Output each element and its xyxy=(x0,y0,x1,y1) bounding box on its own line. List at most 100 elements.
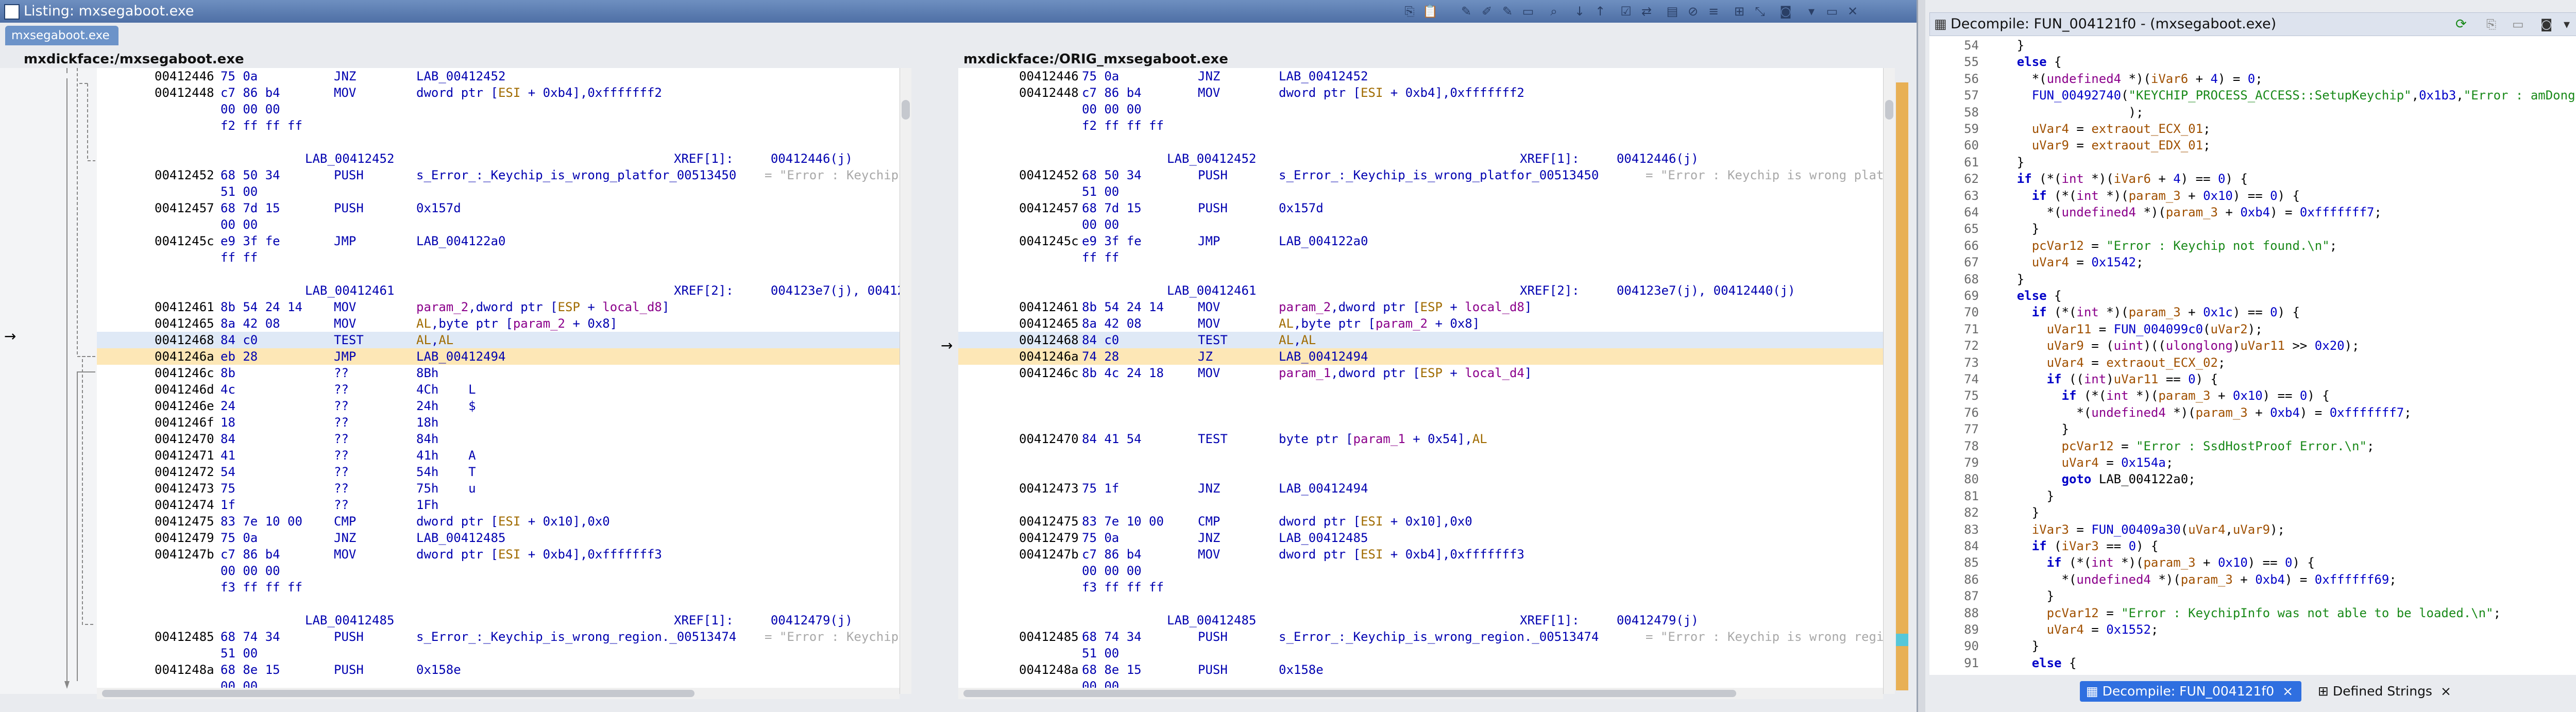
close-icon[interactable]: ✕ xyxy=(1844,3,1861,20)
file-icon[interactable]: ▤ xyxy=(1664,3,1681,20)
copy-icon[interactable]: ⎘ xyxy=(2486,13,2496,36)
code-line[interactable]: if ((int)uVar11 == 0) { xyxy=(1987,372,2218,386)
code-line[interactable]: pcVar12 = "Error : SsdHostProof Error.\n… xyxy=(1987,439,2375,453)
instruction-row[interactable]: 0041245c e9 3f fe JMP LAB_004122a0 xyxy=(958,233,1883,249)
code-line[interactable]: } xyxy=(1987,422,2069,436)
left-vertical-scrollbar[interactable] xyxy=(900,68,911,694)
code-line[interactable]: *(undefined4 *)(iVar6 + 4) = 0; xyxy=(1987,72,2263,86)
instruction-row[interactable]: f2 ff ff ff xyxy=(97,117,900,134)
right-vertical-scrollbar[interactable] xyxy=(1883,68,1895,694)
instruction-row[interactable]: 00412446 75 0a JNZ LAB_00412452 xyxy=(97,68,900,84)
instruction-row[interactable] xyxy=(958,266,1883,282)
instruction-row[interactable]: f3 ff ff ff xyxy=(97,579,900,596)
instruction-row[interactable]: f3 ff ff ff xyxy=(958,579,1883,596)
snapshot-icon[interactable]: ◙ xyxy=(2540,13,2552,36)
graph-icon[interactable]: ⤡ xyxy=(1752,3,1768,20)
code-line[interactable]: else { xyxy=(1987,55,2062,69)
up-arrow-icon[interactable]: ↑ xyxy=(1592,3,1608,20)
instruction-row[interactable]: 00412448 c7 86 b4 MOV dword ptr [ESI + 0xb4… xyxy=(958,84,1883,101)
code-line[interactable]: } xyxy=(1987,222,2039,236)
code-line[interactable]: goto LAB_004122a0; xyxy=(1987,472,2196,486)
instruction-row[interactable]: 51 00 xyxy=(97,645,900,662)
paste-icon[interactable]: 📋 xyxy=(1422,3,1438,20)
code-line[interactable]: } xyxy=(1987,505,2039,520)
instruction-row[interactable] xyxy=(958,464,1883,480)
code-line[interactable]: pcVar12 = "Error : Keychip not found.\n"… xyxy=(1987,239,2337,253)
instruction-row[interactable]: 00412470 84?? 84h xyxy=(97,431,900,447)
code-line[interactable]: uVar4 = 0x154a; xyxy=(1987,455,2174,470)
instruction-row[interactable]: 51 00 xyxy=(958,645,1883,662)
instruction-row[interactable]: 00412485 68 74 34 PUSH s_Error_:_Keychip_is… xyxy=(97,629,900,645)
instruction-row[interactable]: 00412452 68 50 34 PUSH s_Error_:_Keychip_is… xyxy=(958,167,1883,183)
instruction-row[interactable]: 00412472 54?? 54h T xyxy=(97,464,900,480)
code-line[interactable]: iVar3 = FUN_00409a30(uVar4,uVar9); xyxy=(1987,522,2285,537)
left-listing-pane[interactable]: 00412446 75 0a JNZ LAB_00412452 00412448 c7 8… xyxy=(97,68,900,694)
instruction-row[interactable]: 00412465 8a 42 08 MOV AL,byte ptr [param_2 … xyxy=(958,315,1883,332)
code-line[interactable]: uVar4 = 0x1542; xyxy=(1987,255,2144,269)
label-row[interactable]: LAB_00412461 XREF[2]: 004123e7(j), 004124… xyxy=(97,282,900,299)
code-line[interactable]: *(undefined4 *)(param_3 + 0xb4) = 0xffff… xyxy=(1987,405,2411,420)
edit-icon[interactable]: ✎ xyxy=(1458,3,1475,20)
code-line[interactable]: *(undefined4 *)(param_3 + 0xb4) = 0xffff… xyxy=(1987,572,2396,587)
instruction-row[interactable]: 00412475 83 7e 10 00 CMP dword ptr [ESI + 0… xyxy=(958,513,1883,530)
tab-close-icon[interactable]: × xyxy=(2282,684,2293,699)
down-arrow-icon[interactable]: ↓ xyxy=(1571,3,1588,20)
instruction-row[interactable]: 00 00 00 xyxy=(958,563,1883,579)
checkbox-icon[interactable]: ☑ xyxy=(1618,3,1634,20)
code-line[interactable]: ); xyxy=(1987,105,2144,120)
label-row[interactable]: LAB_00412485 XREF[1]: 00412479(j) xyxy=(97,612,900,629)
instruction-row[interactable]: 51 00 xyxy=(958,183,1883,200)
instruction-row[interactable]: 00412457 68 7d 15 PUSH 0x157d xyxy=(97,200,900,216)
instruction-row[interactable]: f2 ff ff ff xyxy=(958,117,1883,134)
instruction-row[interactable]: 00412446 75 0a JNZ LAB_00412452 xyxy=(958,68,1883,84)
label-row[interactable]: LAB_00412461 XREF[2]: 004123e7(j), 004124… xyxy=(958,282,1883,299)
label-row[interactable]: LAB_00412485 XREF[1]: 00412479(j) xyxy=(958,612,1883,629)
search-icon[interactable]: ⌕ xyxy=(1546,3,1562,20)
instruction-row[interactable]: 00412485 68 74 34 PUSH s_Error_:_Keychip_is… xyxy=(958,629,1883,645)
instruction-row[interactable]: 0041246f 18?? 18h xyxy=(97,414,900,431)
instruction-row[interactable]: 00412457 68 7d 15 PUSH 0x157d xyxy=(958,200,1883,216)
instruction-row[interactable]: 0041246a 74 28 JZ LAB_00412494 xyxy=(958,348,1883,365)
instruction-row[interactable]: 00 00 xyxy=(97,216,900,233)
tab-decompile[interactable]: ▦ Decompile: FUN_004121f0 × xyxy=(2080,681,2301,702)
code-line[interactable]: } xyxy=(1987,38,2024,53)
instruction-row[interactable]: 0041246a eb 28 JMP LAB_00412494 xyxy=(97,348,900,365)
code-line[interactable]: uVar4 = 0x1552; xyxy=(1987,622,2159,637)
instruction-row[interactable]: 00 00 xyxy=(958,216,1883,233)
code-line[interactable]: } xyxy=(1987,155,2024,169)
instruction-row[interactable]: 00412468 84 c0 TEST AL,AL xyxy=(97,332,900,348)
code-line[interactable]: else { xyxy=(1987,289,2062,303)
no-entry-icon[interactable]: ⊘ xyxy=(1685,3,1701,20)
menu-icon[interactable]: ▾ xyxy=(1803,3,1820,20)
code-line[interactable]: } xyxy=(1987,272,2024,286)
instruction-row[interactable] xyxy=(958,497,1883,513)
instruction-row[interactable] xyxy=(97,134,900,150)
code-line[interactable]: } xyxy=(1987,589,2054,603)
code-line[interactable]: uVar11 = FUN_004099c0(uVar2); xyxy=(1987,322,2263,336)
instruction-row[interactable] xyxy=(97,266,900,282)
instruction-row[interactable]: 00412448 c7 86 b4 MOV dword ptr [ESI + 0xb4… xyxy=(97,84,900,101)
export-icon[interactable]: ▭ xyxy=(2512,13,2524,36)
menu-icon[interactable]: ▾ xyxy=(2564,13,2570,36)
snapshot-icon[interactable]: ◙ xyxy=(1777,3,1794,20)
instruction-row[interactable]: 00412479 75 0a JNZ LAB_00412485 xyxy=(97,530,900,546)
instruction-row[interactable]: ff ff xyxy=(958,249,1883,266)
instruction-row[interactable]: 00412475 83 7e 10 00 CMP dword ptr [ESI + 0… xyxy=(97,513,900,530)
instruction-row[interactable]: 00 00 00 xyxy=(958,101,1883,117)
code-line[interactable]: *(undefined4 *)(param_3 + 0xb4) = 0xffff… xyxy=(1987,205,2382,219)
instruction-row[interactable]: 0041246c 8b 4c 24 18 MOV param_1,dword ptr … xyxy=(958,365,1883,381)
instruction-row[interactable]: 00 00 00 xyxy=(97,563,900,579)
code-line[interactable]: pcVar12 = "Error : KeychipInfo was not a… xyxy=(1987,606,2501,620)
instruction-row[interactable]: 00412452 68 50 34 PUSH s_Error_:_Keychip_is… xyxy=(97,167,900,183)
decompile-code-area[interactable]: 54 } 55 else {56 *(undefined4 *)(iVar6 + … xyxy=(1929,36,2576,675)
copy-icon[interactable]: ⎘ xyxy=(1401,3,1418,20)
instruction-row[interactable]: 0041246d 4c?? 4Ch L xyxy=(97,381,900,398)
instruction-row[interactable]: 00412479 75 0a JNZ LAB_00412485 xyxy=(958,530,1883,546)
instruction-row[interactable]: 00412473 75?? 75h u xyxy=(97,480,900,497)
instruction-row[interactable]: 51 00 xyxy=(97,183,900,200)
instruction-row[interactable]: 00412470 84 41 54 TEST byte ptr [param_1 + … xyxy=(958,431,1883,447)
tab-mxsegaboot[interactable]: mxsegaboot.exe xyxy=(5,26,118,45)
text-icon[interactable]: ≡ xyxy=(1705,3,1722,20)
instruction-row[interactable] xyxy=(97,596,900,612)
instruction-row[interactable]: 00412465 8a 42 08 MOV AL,byte ptr [param_2 … xyxy=(97,315,900,332)
